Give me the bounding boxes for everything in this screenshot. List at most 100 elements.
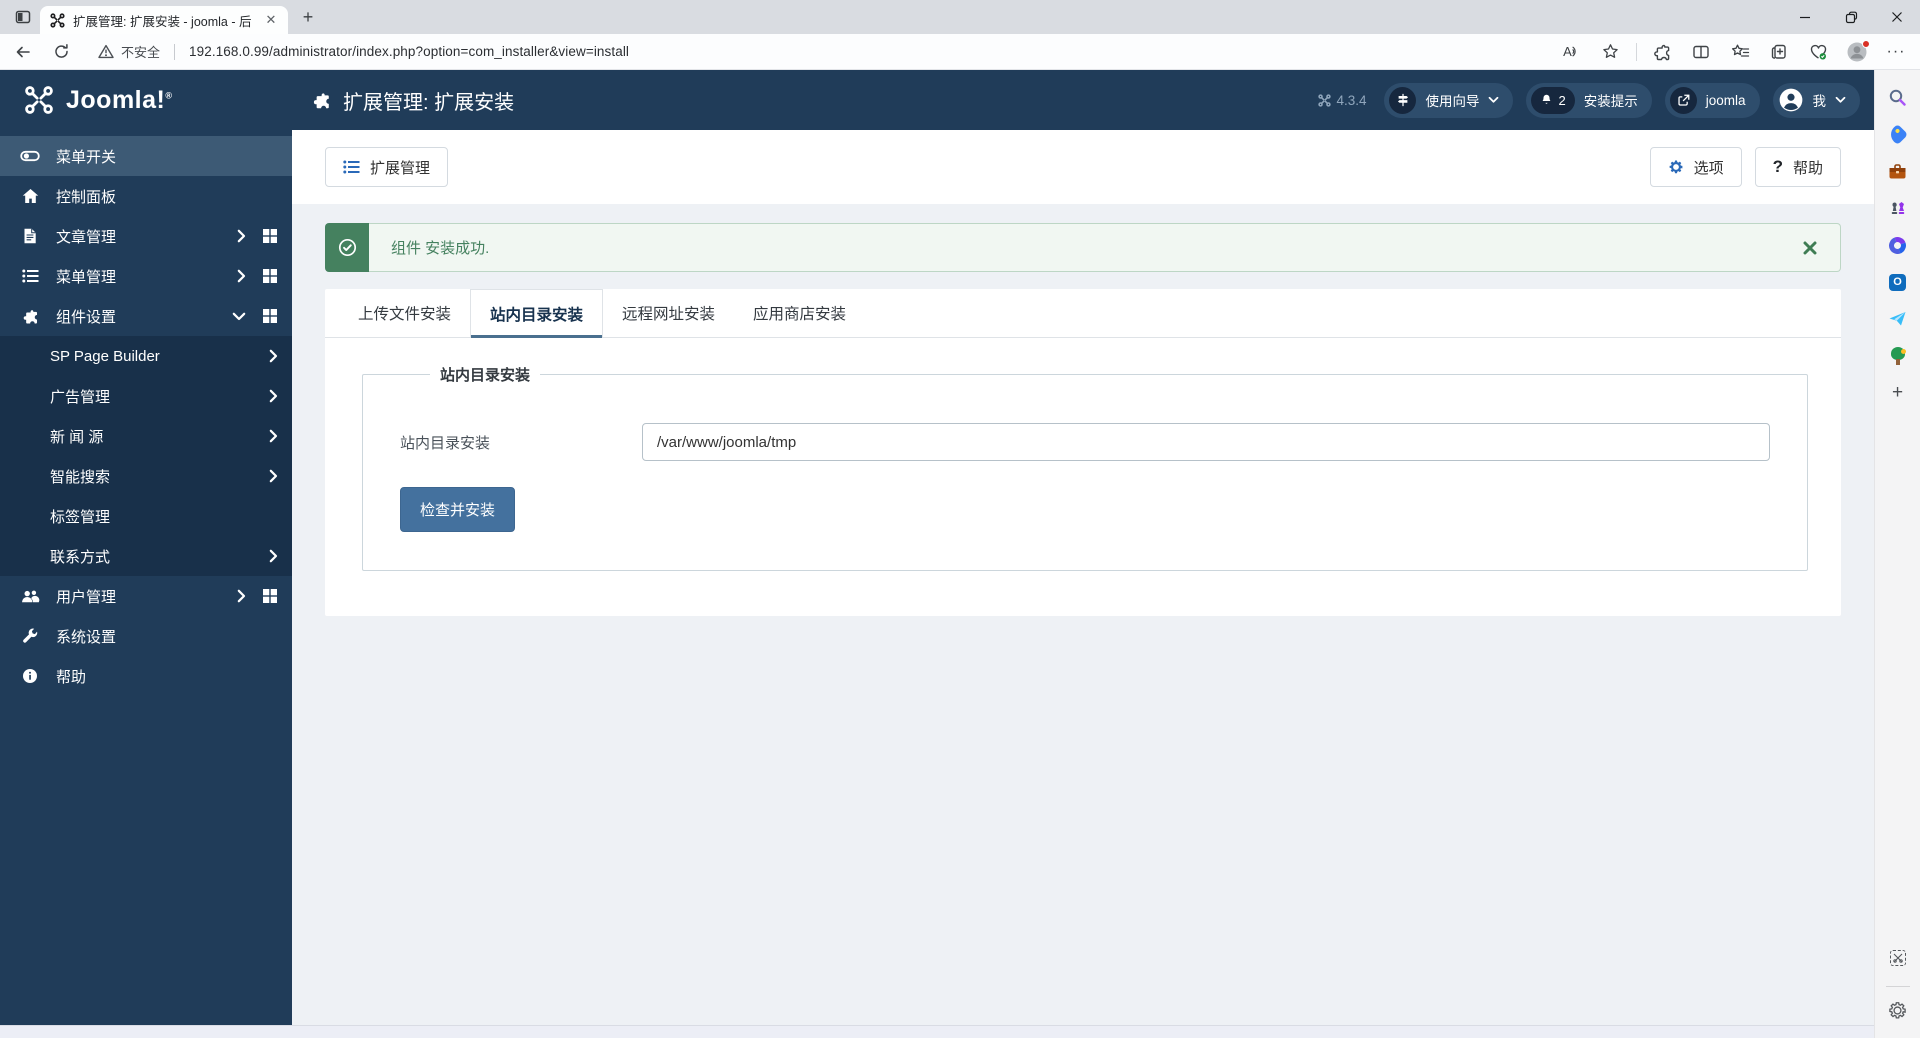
submenu-item-contacts[interactable]: 联系方式 [0, 536, 292, 576]
preview-site-button[interactable]: joomla [1664, 82, 1760, 118]
sidebar-item-label: 帮助 [56, 668, 87, 686]
horizontal-scrollbar-track[interactable] [0, 1025, 1874, 1038]
sidebar-item-menus[interactable]: 菜单管理 [0, 256, 292, 296]
add-favorite-button[interactable] [1595, 37, 1625, 67]
submenu-item-label: 智能搜索 [50, 468, 111, 486]
info-icon [19, 668, 41, 684]
chevron-right-icon [269, 549, 278, 563]
tree-icon [1890, 347, 1906, 365]
manage-extensions-button[interactable]: 扩展管理 [325, 147, 449, 187]
sidebar-item-label: 控制面板 [56, 188, 117, 206]
gear-icon [1669, 160, 1682, 174]
chevron-right-icon [269, 469, 278, 483]
check-and-install-button[interactable]: 检查并安装 [400, 487, 516, 532]
grid-icon[interactable] [262, 268, 278, 284]
read-aloud-button[interactable]: A [1556, 37, 1586, 67]
address-bar-url[interactable]: 192.168.0.99/administrator/index.php?opt… [189, 44, 629, 59]
sidebar-search-button[interactable] [1883, 82, 1913, 112]
submenu-item-tags[interactable]: 标签管理 [0, 496, 292, 536]
installer-tabs: 上传文件安装 站内目录安装 远程网址安装 应用商店安装 [325, 289, 1841, 338]
options-button[interactable]: 选项 [1649, 147, 1742, 187]
back-button[interactable] [8, 37, 38, 67]
favorites-button[interactable] [1725, 37, 1755, 67]
user-label: 我 [1812, 94, 1827, 109]
chevron-down-icon [232, 312, 246, 320]
tab-close-icon[interactable]: ✕ [262, 11, 280, 29]
paper-plane-icon [1889, 312, 1906, 326]
sidebar-settings-button[interactable] [1883, 995, 1913, 1025]
extensions-button[interactable] [1647, 37, 1677, 67]
version-label: 4.3.4 [1336, 92, 1367, 108]
alert-message: 组件 安装成功. [391, 240, 490, 257]
site-security-chip[interactable]: 不安全 [98, 42, 160, 61]
sidebar-tree-button[interactable] [1883, 341, 1913, 371]
messages-count: 2 [1558, 92, 1566, 108]
sidebar-drop-button[interactable] [1883, 304, 1913, 334]
browser-tab[interactable]: 扩展管理: 扩展安装 - joomla - 后 ✕ [40, 6, 288, 34]
sidebar-item-menu-toggle[interactable]: 菜单开关 [0, 136, 292, 176]
sidebar-item-help[interactable]: 帮助 [0, 656, 292, 696]
components-submenu: SP Page Builder 广告管理 新 闻 源 智能搜索 标签管理 联系方… [0, 336, 292, 576]
sidebar-customize-button[interactable]: + [1883, 378, 1913, 408]
tab-install-from-folder[interactable]: 站内目录安装 [470, 289, 604, 338]
profile-button[interactable] [1842, 37, 1872, 67]
close-window-button[interactable] [1874, 0, 1920, 34]
tab-activities-button[interactable] [8, 2, 38, 32]
collections-button[interactable] [1764, 37, 1794, 67]
chevron-right-icon [237, 589, 246, 603]
submenu-item-banners[interactable]: 广告管理 [0, 376, 292, 416]
post-install-messages-button[interactable]: 2 安装提示 [1526, 82, 1652, 118]
puzzle-icon [313, 92, 329, 108]
submenu-item-smart-search[interactable]: 智能搜索 [0, 456, 292, 496]
sidebar-item-content[interactable]: 文章管理 [0, 216, 292, 256]
collections-icon [1771, 44, 1786, 59]
help-button[interactable]: ? 帮助 [1754, 147, 1841, 187]
joomla-header: Joomla!® 扩展管理: 扩展安装 4.3.4 使用向导 2 安装提示 jo… [0, 70, 1874, 130]
alert-body: 组件 安装成功. [369, 223, 1841, 272]
question-icon: ? [1772, 157, 1783, 176]
sidebar-games-button[interactable] [1883, 193, 1913, 223]
new-tab-button[interactable]: + [294, 3, 322, 31]
home-icon [19, 188, 41, 204]
sidebar-item-label: 菜单开关 [56, 148, 117, 166]
submenu-item-news-feeds[interactable]: 新 闻 源 [0, 416, 292, 456]
sidebar-microsoft365-button[interactable] [1883, 230, 1913, 260]
tab-install-from-web[interactable]: 应用商店安装 [734, 289, 865, 337]
sidebar-item-users[interactable]: 用户管理 [0, 576, 292, 616]
submenu-item-sp-page-builder[interactable]: SP Page Builder [0, 336, 292, 376]
minimize-button[interactable] [1782, 0, 1828, 34]
refresh-button[interactable] [46, 37, 76, 67]
submenu-item-label: 标签管理 [50, 508, 111, 526]
joomla-logo[interactable]: Joomla!® [0, 85, 292, 115]
sidebar-shopping-button[interactable] [1883, 119, 1913, 149]
sound-waves-icon [1572, 46, 1576, 57]
close-icon [1892, 12, 1902, 22]
browser-essentials-button[interactable] [1803, 37, 1833, 67]
url-divider [174, 43, 176, 60]
split-screen-button[interactable] [1686, 37, 1716, 67]
sidebar-item-system[interactable]: 系统设置 [0, 616, 292, 656]
restore-button[interactable] [1828, 0, 1874, 34]
sidebar-toolbox-button[interactable] [1883, 156, 1913, 186]
guided-tour-button[interactable]: 使用向导 [1384, 82, 1514, 118]
sidebar-item-label: 组件设置 [56, 308, 117, 326]
browser-menu-button[interactable]: ··· [1881, 37, 1911, 67]
success-alert: 组件 安装成功. [325, 223, 1841, 272]
sidebar-item-control-panel[interactable]: 控制面板 [0, 176, 292, 216]
grid-icon[interactable] [262, 588, 278, 604]
alert-close-button[interactable] [1802, 240, 1818, 256]
back-icon [16, 46, 30, 57]
essentials-heart-icon [1810, 44, 1826, 59]
install-folder-input[interactable] [642, 423, 1770, 461]
tab-install-from-url[interactable]: 远程网址安装 [603, 289, 734, 337]
sidebar-item-components[interactable]: 组件设置 [0, 296, 292, 336]
tab-upload-package[interactable]: 上传文件安装 [339, 289, 470, 337]
grid-icon[interactable] [262, 308, 278, 324]
grid-icon[interactable] [262, 228, 278, 244]
options-label: 选项 [1693, 159, 1724, 177]
profile-alert-dot [1862, 39, 1870, 48]
user-menu-button[interactable]: 我 [1772, 82, 1860, 118]
web-capture-button[interactable] [1883, 943, 1913, 973]
security-label: 不安全 [121, 45, 161, 60]
sidebar-outlook-button[interactable]: O [1883, 267, 1913, 297]
